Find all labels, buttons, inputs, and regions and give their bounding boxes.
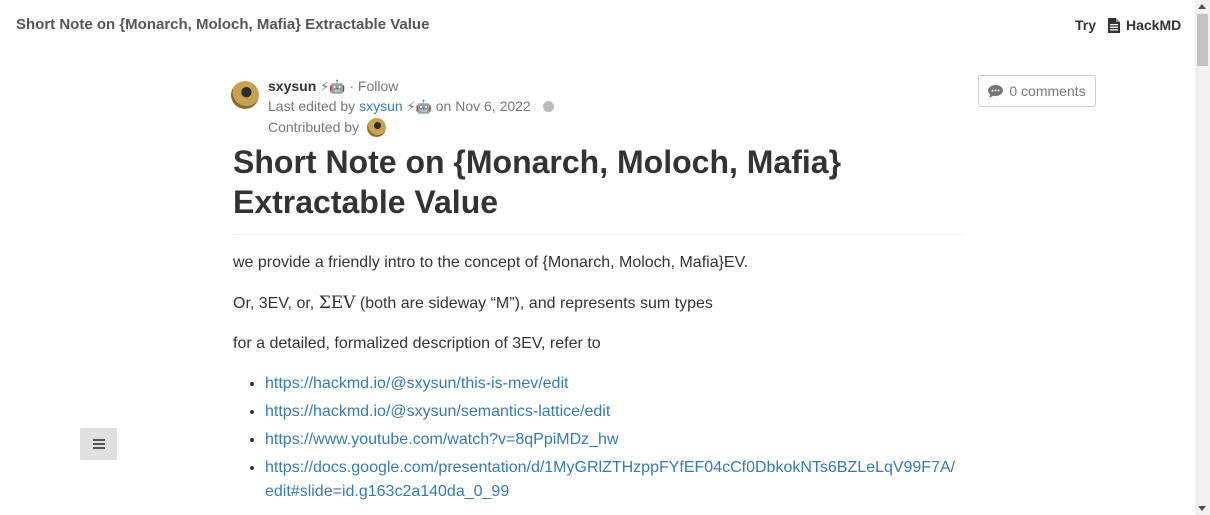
- menu-icon: [92, 439, 105, 449]
- vertical-scrollbar[interactable]: [1195, 0, 1210, 515]
- editor-emoji: ⚡🤖: [406, 100, 432, 115]
- list-item: https://docs.google.com/presentation/d/1…: [265, 456, 963, 504]
- list-item: https://www.youtube.com/watch?v=8qPpiMDz…: [265, 428, 963, 452]
- meta-separator: ·: [349, 78, 355, 94]
- globe-icon: [542, 101, 554, 112]
- reference-link[interactable]: https://docs.google.com/presentation/d/1…: [265, 459, 955, 500]
- edited-date: on Nov 6, 2022: [435, 98, 531, 114]
- top-bar: Short Note on {Monarch, Moloch, Mafia} E…: [0, 0, 1195, 50]
- scroll-up-arrow[interactable]: [1198, 4, 1206, 9]
- document-title: Short Note on {Monarch, Moloch, Mafia} E…: [16, 16, 430, 33]
- author-name[interactable]: sxysun: [268, 78, 316, 94]
- try-link[interactable]: Try: [1075, 17, 1096, 33]
- file-text-icon: [1108, 17, 1120, 33]
- sev-text-before: Or, 3EV, or,: [233, 295, 315, 312]
- list-item: https://hackmd.io/@sxysun/semantics-latt…: [265, 400, 963, 424]
- sev-text-after: (both are sideway “M”), and represents s…: [359, 295, 713, 312]
- brand-label: HackMD: [1126, 17, 1182, 33]
- contributed-by-label: Contributed by: [268, 119, 360, 135]
- intro-paragraph: we provide a friendly intro to the conce…: [233, 254, 749, 271]
- editor-link[interactable]: sxysun: [359, 98, 403, 114]
- table-of-contents-button[interactable]: [80, 428, 117, 460]
- author-avatar[interactable]: [231, 81, 259, 109]
- reference-link[interactable]: https://hackmd.io/@sxysun/this-is-mev/ed…: [265, 375, 568, 392]
- contributors-line: Contributed by: [268, 118, 386, 137]
- sev-math: ΣEV: [318, 293, 356, 313]
- reference-link[interactable]: https://hackmd.io/@sxysun/semantics-latt…: [265, 403, 610, 420]
- article-content: Short Note on {Monarch, Moloch, Mafia} E…: [233, 142, 963, 508]
- author-emoji: ⚡🤖: [320, 80, 346, 95]
- hackmd-brand-link[interactable]: HackMD: [1108, 16, 1181, 34]
- comments-button[interactable]: 0 comments: [978, 75, 1096, 107]
- sev-paragraph: Or, 3EV, or, ΣEV (both are sideway “M”),…: [233, 291, 963, 316]
- comment-icon: [988, 84, 1004, 98]
- contributor-avatar[interactable]: [366, 118, 386, 137]
- reference-links-list: https://hackmd.io/@sxysun/this-is-mev/ed…: [233, 372, 963, 504]
- author-line: sxysun ⚡🤖 · Follow: [268, 78, 398, 95]
- scroll-down-arrow[interactable]: [1198, 506, 1206, 511]
- last-edited-label: Last edited by: [268, 98, 356, 114]
- scrollbar-thumb[interactable]: [1197, 14, 1208, 66]
- reference-paragraph: for a detailed, formalized description o…: [233, 335, 601, 352]
- article-heading: Short Note on {Monarch, Moloch, Mafia} E…: [233, 142, 963, 235]
- follow-link[interactable]: Follow: [358, 78, 398, 94]
- reference-link[interactable]: https://www.youtube.com/watch?v=8qPpiMDz…: [265, 431, 619, 448]
- comments-label: 0 comments: [1009, 83, 1086, 99]
- list-item: https://hackmd.io/@sxysun/this-is-mev/ed…: [265, 372, 963, 396]
- last-edited-line: Last edited by sxysun ⚡🤖 on Nov 6, 2022: [268, 98, 554, 115]
